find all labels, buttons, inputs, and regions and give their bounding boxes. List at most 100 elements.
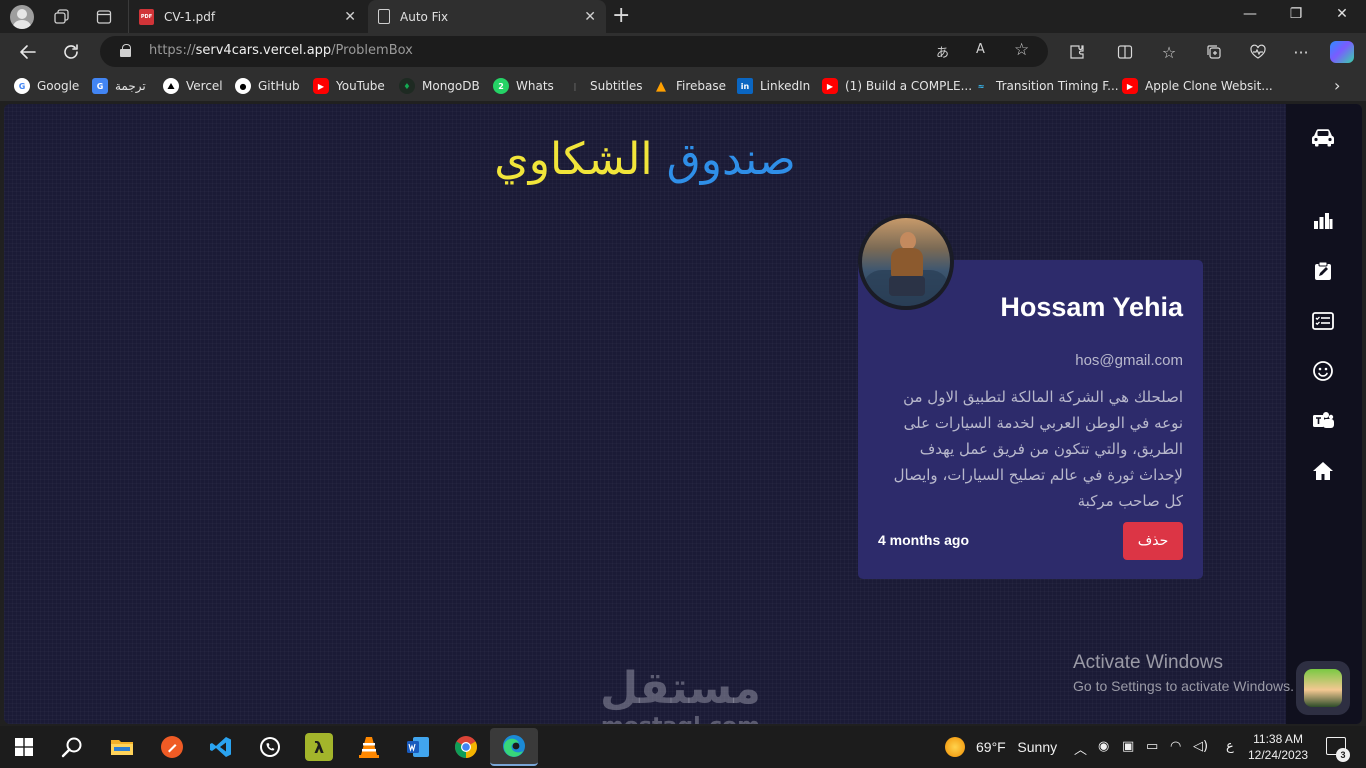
delete-button[interactable]: حذف [1123,522,1183,560]
lock-icon[interactable] [120,44,131,57]
sidebar [1286,104,1362,724]
search-icon[interactable] [58,733,86,761]
tailwind-icon: ≈ [977,81,985,91]
chrome-icon[interactable] [452,733,480,761]
stats-icon[interactable] [1310,208,1336,234]
list-icon[interactable] [1310,308,1336,334]
home-icon[interactable] [1310,458,1336,484]
bookmark-label: GitHub [258,79,300,93]
split-screen-icon[interactable] [1114,41,1136,63]
battery-icon[interactable]: ▭ [1146,739,1158,754]
refresh-button[interactable] [58,39,84,65]
close-window-icon[interactable]: ✕ [1332,6,1352,22]
bookmark-label: Firebase [676,79,727,93]
page-viewport: صندوق الشكاوي Hossam Yehia hos@gmail.com… [4,104,1362,724]
bookmark-youtube[interactable]: ▶ YouTube [313,78,385,94]
address-bar[interactable]: https://serv4cars.vercel.app/ProblemBox … [100,36,1048,67]
bookmark-build-complete[interactable]: ▶ (1) Build a COMPLE... [822,78,972,94]
tab-title: Auto Fix [400,9,449,24]
complainant-email: hos@gmail.com [1075,352,1183,369]
pdf-icon: PDF [139,8,154,25]
watermark-arabic: مستقل [600,663,761,714]
bookmark-label: Google [37,79,80,93]
back-button[interactable] [15,39,41,65]
chevron-right-icon[interactable]: › [1334,76,1340,95]
copilot-icon[interactable] [1330,41,1354,63]
browser-essentials-icon[interactable] [1247,41,1269,63]
tab-auto-fix[interactable]: Auto Fix ✕ [368,0,606,33]
car-icon[interactable] [1310,124,1336,150]
bookmark-github[interactable]: ● GitHub [235,78,300,94]
bookmark-whats[interactable]: 2 Whats [493,78,554,94]
close-icon[interactable]: ✕ [584,9,596,25]
vlc-icon[interactable] [355,733,383,761]
bookmark-linkedin[interactable]: in LinkedIn [737,78,810,94]
favorites-icon[interactable]: ☆ [1158,41,1180,63]
bookmark-vercel[interactable]: Vercel [163,78,223,94]
camera-icon[interactable]: ▣ [1122,739,1134,754]
favorite-star-icon[interactable]: ☆ [1014,40,1029,60]
bookmarks-bar: G Google G ترجمة Vercel ● GitHub ▶ YouTu… [0,71,1366,101]
url-path: /ProblemBox [331,43,413,58]
new-tab-button[interactable]: + [612,4,630,28]
complainant-name: Hossam Yehia [1000,292,1183,322]
url-prefix: https:// [149,43,196,58]
team-icon[interactable] [1310,408,1336,434]
close-icon[interactable]: ✕ [344,9,356,25]
bookmark-translate[interactable]: G ترجمة [92,78,146,94]
file-explorer-icon[interactable] [108,733,136,761]
activate-subtitle: Go to Settings to activate Windows. [1073,678,1294,694]
tab-actions-icon[interactable] [92,5,116,29]
wifi-icon[interactable]: ◠ [1170,739,1181,754]
subtitles-icon: | [573,81,577,91]
vscode-icon[interactable] [207,733,235,761]
lambda-app-icon[interactable]: λ [305,733,333,761]
bookmark-mongodb[interactable]: ♦ MongoDB [399,78,480,94]
windows-start-icon[interactable] [10,733,38,761]
collections-icon[interactable] [1203,41,1225,63]
chevron-up-icon[interactable]: ︿ [1074,739,1087,758]
youtube-icon: ▶ [1122,78,1138,94]
url-text[interactable]: https://serv4cars.vercel.app/ProblemBox [149,43,413,58]
minimize-icon[interactable]: — [1240,6,1260,22]
volume-icon[interactable]: ◁) [1193,739,1208,754]
edit-icon[interactable] [1310,258,1336,284]
address-toolbar: https://serv4cars.vercel.app/ProblemBox … [0,33,1366,71]
activate-windows-notice: Activate Windows Go to Settings to activ… [1073,652,1294,694]
bookmark-transition-timing[interactable]: ≈ Transition Timing F... [973,78,1119,94]
postman-icon[interactable] [158,733,186,761]
bookmark-subtitles[interactable]: | Subtitles [567,78,643,94]
read-aloud-icon[interactable]: A [976,42,985,57]
youtube-icon: ▶ [313,78,329,94]
tab-cv-pdf[interactable]: PDF CV-1.pdf ✕ [128,0,366,33]
system-clock[interactable]: 11:38 AM 12/24/2023 [1248,731,1308,763]
restore-icon[interactable]: ❐ [1286,6,1306,22]
smile-icon[interactable] [1310,358,1336,384]
weather-widget[interactable]: 69°F Sunny [976,739,1057,755]
more-options-icon[interactable]: ··· [1290,41,1312,63]
bookmark-firebase[interactable]: ▲ Firebase [653,78,726,94]
input-language[interactable]: ع [1226,739,1234,754]
record-icon[interactable]: ◉ [1098,739,1109,754]
chat-avatar-button[interactable] [1296,661,1350,715]
tab-title: CV-1.pdf [164,9,216,24]
weather-sun-icon[interactable] [945,737,965,757]
bookmark-label: Subtitles [590,79,643,93]
bookmark-label: Whats [516,79,554,93]
bookmark-label: (1) Build a COMPLE... [845,79,973,93]
youtube-icon: ▶ [822,78,838,94]
vercel-icon [163,78,179,94]
edge-icon[interactable] [490,728,538,766]
bookmark-google[interactable]: G Google [14,78,79,94]
notification-badge: 3 [1336,748,1350,762]
word-icon[interactable] [404,733,432,761]
workspaces-icon[interactable] [50,5,74,29]
watermark-domain: mostaql.com [600,714,761,724]
browser-tab-bar: PDF CV-1.pdf ✕ Auto Fix ✕ + — ❐ ✕ [0,0,1366,33]
profile-avatar-icon[interactable] [10,5,34,29]
whatsapp-icon[interactable] [256,733,284,761]
extensions-icon[interactable] [1066,41,1088,63]
translate-icon[interactable]: あ [936,42,949,61]
bookmark-apple-clone[interactable]: ▶ Apple Clone Websit... [1122,78,1273,94]
mostaql-watermark: مستقل mostaql.com [600,663,761,725]
